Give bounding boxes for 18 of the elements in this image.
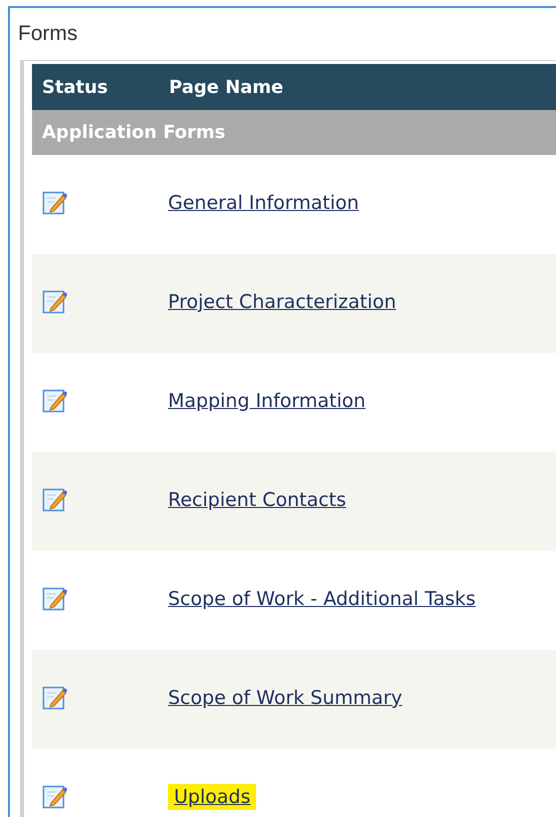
edit-document-icon[interactable] <box>42 189 68 215</box>
column-header: Status <box>41 76 109 100</box>
edit-document-icon[interactable] <box>42 684 68 710</box>
page-link[interactable]: Recipient Contacts <box>168 489 346 511</box>
edit-document-icon[interactable] <box>42 783 68 809</box>
page-link[interactable]: Scope of Work - Additional Tasks <box>168 588 476 610</box>
page-link[interactable]: Uploads <box>168 784 256 810</box>
page-link[interactable]: Scope of Work Summary <box>168 687 402 709</box>
panel-title: Forms <box>18 21 78 47</box>
edit-document-icon[interactable] <box>42 585 68 611</box>
edit-document-icon[interactable] <box>42 387 68 413</box>
page-link[interactable]: Mapping Information <box>168 390 366 412</box>
edit-document-icon[interactable] <box>42 486 68 512</box>
edit-document-icon[interactable] <box>42 288 68 314</box>
page-link[interactable]: General Information <box>168 192 359 214</box>
group-title: Application Forms <box>41 121 226 145</box>
page-link[interactable]: Project Characterization <box>168 291 396 313</box>
column-header: Page Name <box>169 76 284 100</box>
